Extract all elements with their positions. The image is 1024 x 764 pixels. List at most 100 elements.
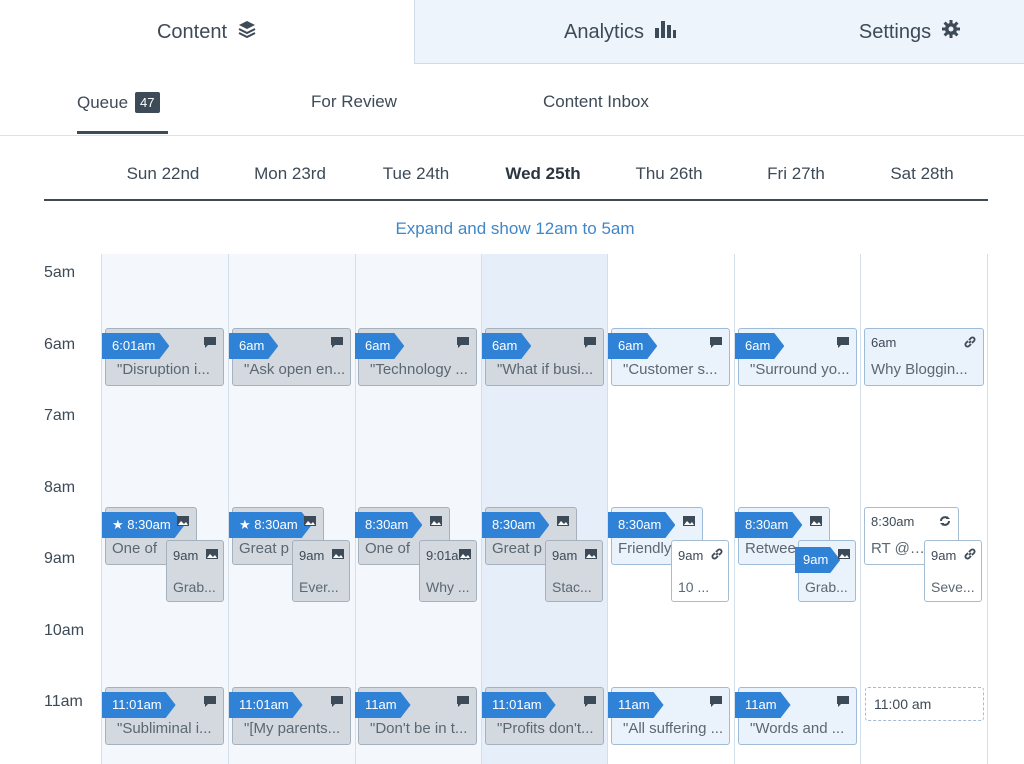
post-snippet: Grab... (173, 579, 216, 595)
day-header: Sun 22nd (126, 164, 200, 183)
post-time-tag: 11:01am (229, 692, 303, 718)
tab-analytics-label: Analytics (563, 20, 645, 43)
hour-label: 9am (44, 550, 76, 567)
comment-icon (204, 337, 216, 348)
post-snippet: Great p (239, 540, 290, 557)
comment-icon (837, 696, 849, 707)
post-card[interactable]: 11:01am "[My parents... (232, 687, 351, 745)
image-icon (332, 549, 344, 559)
post-time-tag: 11am (735, 692, 791, 718)
post-time: 8:30am (127, 517, 171, 532)
post-card[interactable]: 9am Ever... (292, 540, 350, 602)
hour-label: 8am (44, 479, 76, 496)
post-card[interactable]: 6am "What if busi... (485, 328, 604, 386)
layers-icon (237, 19, 257, 45)
post-card[interactable]: 11am "All suffering ... (611, 687, 730, 745)
comment-icon (584, 696, 596, 707)
bar-chart-icon (654, 19, 677, 45)
post-card[interactable]: 6am "Technology ... (358, 328, 477, 386)
day-header: Tue 24th (382, 164, 450, 183)
post-snippet: "Disruption i... (117, 361, 210, 378)
post-card[interactable]: 9am Seve... (924, 540, 982, 602)
post-snippet: One of (112, 540, 158, 557)
post-card[interactable]: 6am Why Bloggin... (864, 328, 984, 386)
repeat-icon (940, 516, 950, 526)
post-snippet: "Ask open en... (244, 361, 346, 378)
image-icon (177, 516, 189, 526)
image-icon (838, 549, 850, 559)
post-snippet: "Technology ... (370, 361, 468, 378)
comment-icon (584, 337, 596, 348)
post-card[interactable]: 9am Grab... (166, 540, 224, 602)
post-time: 9am (931, 548, 957, 563)
post-card[interactable]: 9am Stac... (545, 540, 603, 602)
post-snippet: "Surround yo... (750, 361, 850, 378)
post-time-tag: 8:30am (355, 512, 422, 538)
post-card[interactable]: 9am 10 ... (671, 540, 729, 602)
post-card[interactable]: 6:01am "Disruption i... (105, 328, 224, 386)
days-divider (44, 199, 988, 201)
empty-time-slot[interactable]: 11:00 am (865, 687, 984, 721)
tab-content[interactable]: Content (0, 0, 414, 64)
post-card[interactable]: 9am Grab... (798, 540, 856, 602)
queue-count-badge: 47 (135, 92, 160, 113)
comment-icon (710, 337, 722, 348)
post-card[interactable]: 6am "Customer s... (611, 328, 730, 386)
post-card[interactable]: 11am "Don't be in t... (358, 687, 477, 745)
sub-tabs: Queue 47 For Review Content Inbox (0, 64, 1024, 136)
comment-icon (331, 337, 343, 348)
link-icon (711, 548, 723, 560)
empty-slot-time: 11:00 am (874, 696, 932, 712)
expand-hours-link[interactable]: Expand and show 12am to 5am (0, 219, 1024, 239)
post-card[interactable]: 11am "Words and ... (738, 687, 857, 745)
star-icon: ★ (239, 517, 255, 532)
post-time-tag: 6:01am (102, 333, 169, 359)
post-snippet: 10 ... (678, 579, 710, 595)
post-snippet: Friendly (618, 540, 672, 557)
hour-label: 6am (44, 336, 76, 353)
post-time-tag: 11:01am (482, 692, 556, 718)
image-icon (206, 549, 218, 559)
post-snippet: Grab... (805, 579, 848, 595)
image-icon (304, 516, 316, 526)
post-snippet: "Subliminal i... (117, 720, 212, 737)
post-snippet: Stac... (552, 579, 592, 595)
comment-icon (710, 696, 722, 707)
post-snippet: "Words and ... (750, 720, 845, 737)
post-card[interactable]: 11:01am "Subliminal i... (105, 687, 224, 745)
post-card[interactable]: 6am "Surround yo... (738, 328, 857, 386)
tab-analytics[interactable]: Analytics (530, 0, 710, 64)
post-time: 6am (871, 335, 897, 350)
star-icon: ★ (112, 517, 128, 532)
image-icon (557, 516, 569, 526)
post-time-tag: 11am (355, 692, 411, 718)
hour-label: 7am (44, 407, 76, 424)
post-time-tag: 9am (795, 547, 840, 573)
link-icon (964, 336, 976, 348)
tab-settings[interactable]: Settings (820, 0, 1000, 64)
post-snippet: RT @Hu (871, 540, 926, 557)
gear-icon (941, 19, 961, 45)
post-time-tag: 6am (355, 333, 404, 359)
post-snippet: "Profits don't... (497, 720, 594, 737)
tab-content-inbox[interactable]: Content Inbox (543, 92, 649, 112)
comment-icon (457, 337, 469, 348)
post-time-tag: 6am (482, 333, 531, 359)
post-time-tag: ★ 8:30am (102, 512, 185, 538)
post-snippet: Why Bloggin... (871, 361, 968, 378)
post-card[interactable]: 11:01am "Profits don't... (485, 687, 604, 745)
post-card[interactable]: 6am "Ask open en... (232, 328, 351, 386)
post-snippet: "Don't be in t... (370, 720, 468, 737)
image-icon (810, 516, 822, 526)
tab-queue[interactable]: Queue 47 (77, 92, 160, 113)
day-header: Sat 28th (890, 164, 954, 183)
tab-for-review[interactable]: For Review (311, 92, 397, 112)
comment-icon (837, 337, 849, 348)
post-snippet: "Customer s... (623, 361, 718, 378)
tab-content-label: Content (156, 20, 228, 43)
post-time-tag: 8:30am (482, 512, 549, 538)
post-time: 9am (173, 548, 199, 563)
post-card[interactable]: 9:01am Why ... (419, 540, 477, 602)
image-icon (683, 516, 695, 526)
post-time: 9am (678, 548, 704, 563)
